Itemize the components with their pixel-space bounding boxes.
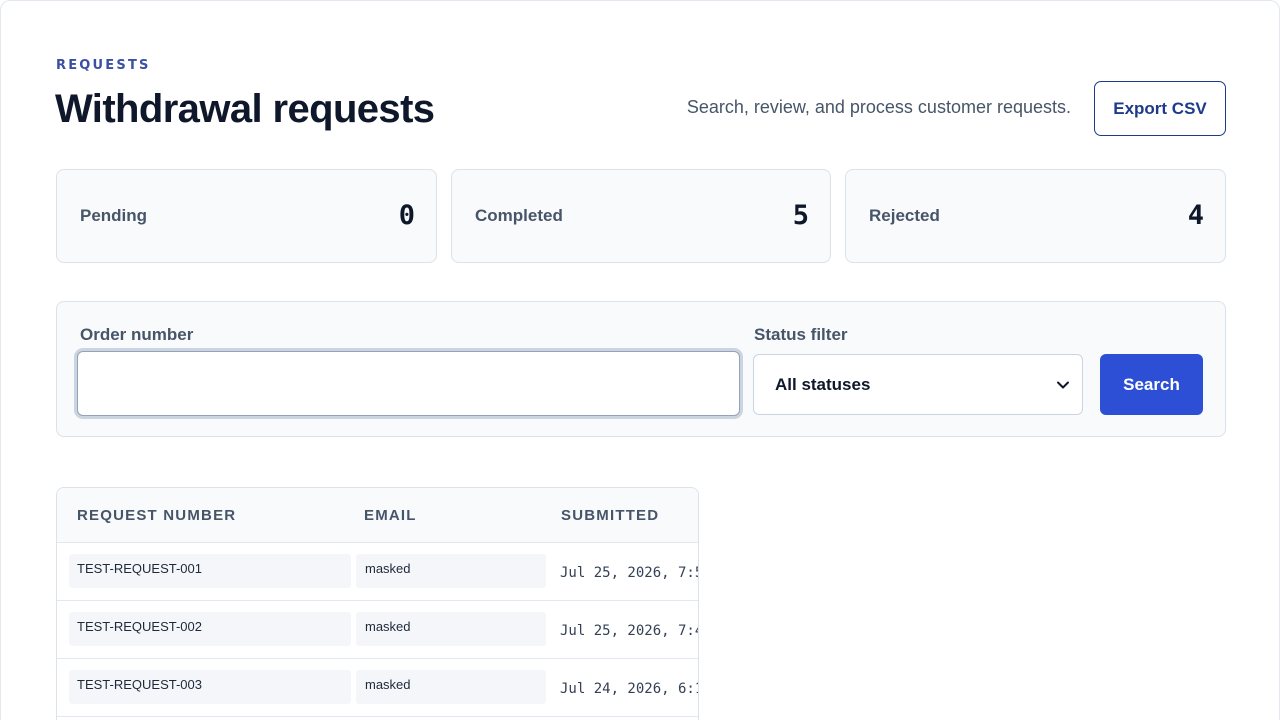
status-filter-label: Status filter [754,325,848,344]
column-header-request-number[interactable]: REQUEST NUMBER [77,507,236,524]
cell-submitted: Jul 25, 2026, 7:4 [560,623,699,639]
page-eyebrow: REQUESTS [56,58,151,73]
stat-label: Completed [475,206,563,225]
stat-value: 4 [1187,200,1204,231]
order-number-label: Order number [80,325,194,344]
cell-request-number: TEST-REQUEST-001 [77,561,202,576]
stats-row: Pending 0 Completed 5 Rejected 4 [56,169,1226,263]
cell-request-number: TEST-REQUEST-002 [77,619,202,634]
cell-email: masked [365,619,411,634]
page-subtitle: Search, review, and process customer req… [686,97,1071,117]
stat-label: Pending [80,206,148,225]
stat-card-rejected: Rejected 4 [845,169,1226,263]
table-row[interactable]: TEST-REQUEST-001 masked Jul 25, 2026, 7:… [57,543,698,601]
stat-value: 0 [398,200,415,231]
table-header: REQUEST NUMBER EMAIL SUBMITTED [57,488,698,543]
filter-panel: Order number Status filter All statuses … [56,301,1226,437]
search-button[interactable]: Search [1100,354,1203,415]
order-number-input[interactable] [77,351,740,416]
stat-card-completed: Completed 5 [451,169,831,263]
page-frame: REQUESTS Withdrawal requests Search, rev… [0,0,1280,720]
stat-value: 5 [792,200,809,231]
chevron-down-icon [1057,381,1069,388]
cell-request-number: TEST-REQUEST-003 [77,677,202,692]
stat-label: Rejected [869,206,940,225]
requests-table: REQUEST NUMBER EMAIL SUBMITTED TEST-REQU… [56,487,699,720]
column-header-email[interactable]: EMAIL [364,507,417,524]
cell-email: masked [365,561,411,576]
page-title: Withdrawal requests [55,87,435,131]
export-csv-button[interactable]: Export CSV [1094,81,1226,136]
table-row[interactable]: TEST-REQUEST-002 masked Jul 25, 2026, 7:… [57,601,698,659]
status-filter-select[interactable]: All statuses [753,354,1083,415]
table-row[interactable]: TEST-REQUEST-003 masked Jul 24, 2026, 6:… [57,659,698,717]
cell-submitted: Jul 24, 2026, 6:1 [560,681,699,697]
status-filter-value: All statuses [775,374,871,394]
cell-email: masked [365,677,411,692]
stat-card-pending: Pending 0 [56,169,437,263]
cell-submitted: Jul 25, 2026, 7:5 [560,565,699,581]
column-header-submitted[interactable]: SUBMITTED [561,507,659,524]
